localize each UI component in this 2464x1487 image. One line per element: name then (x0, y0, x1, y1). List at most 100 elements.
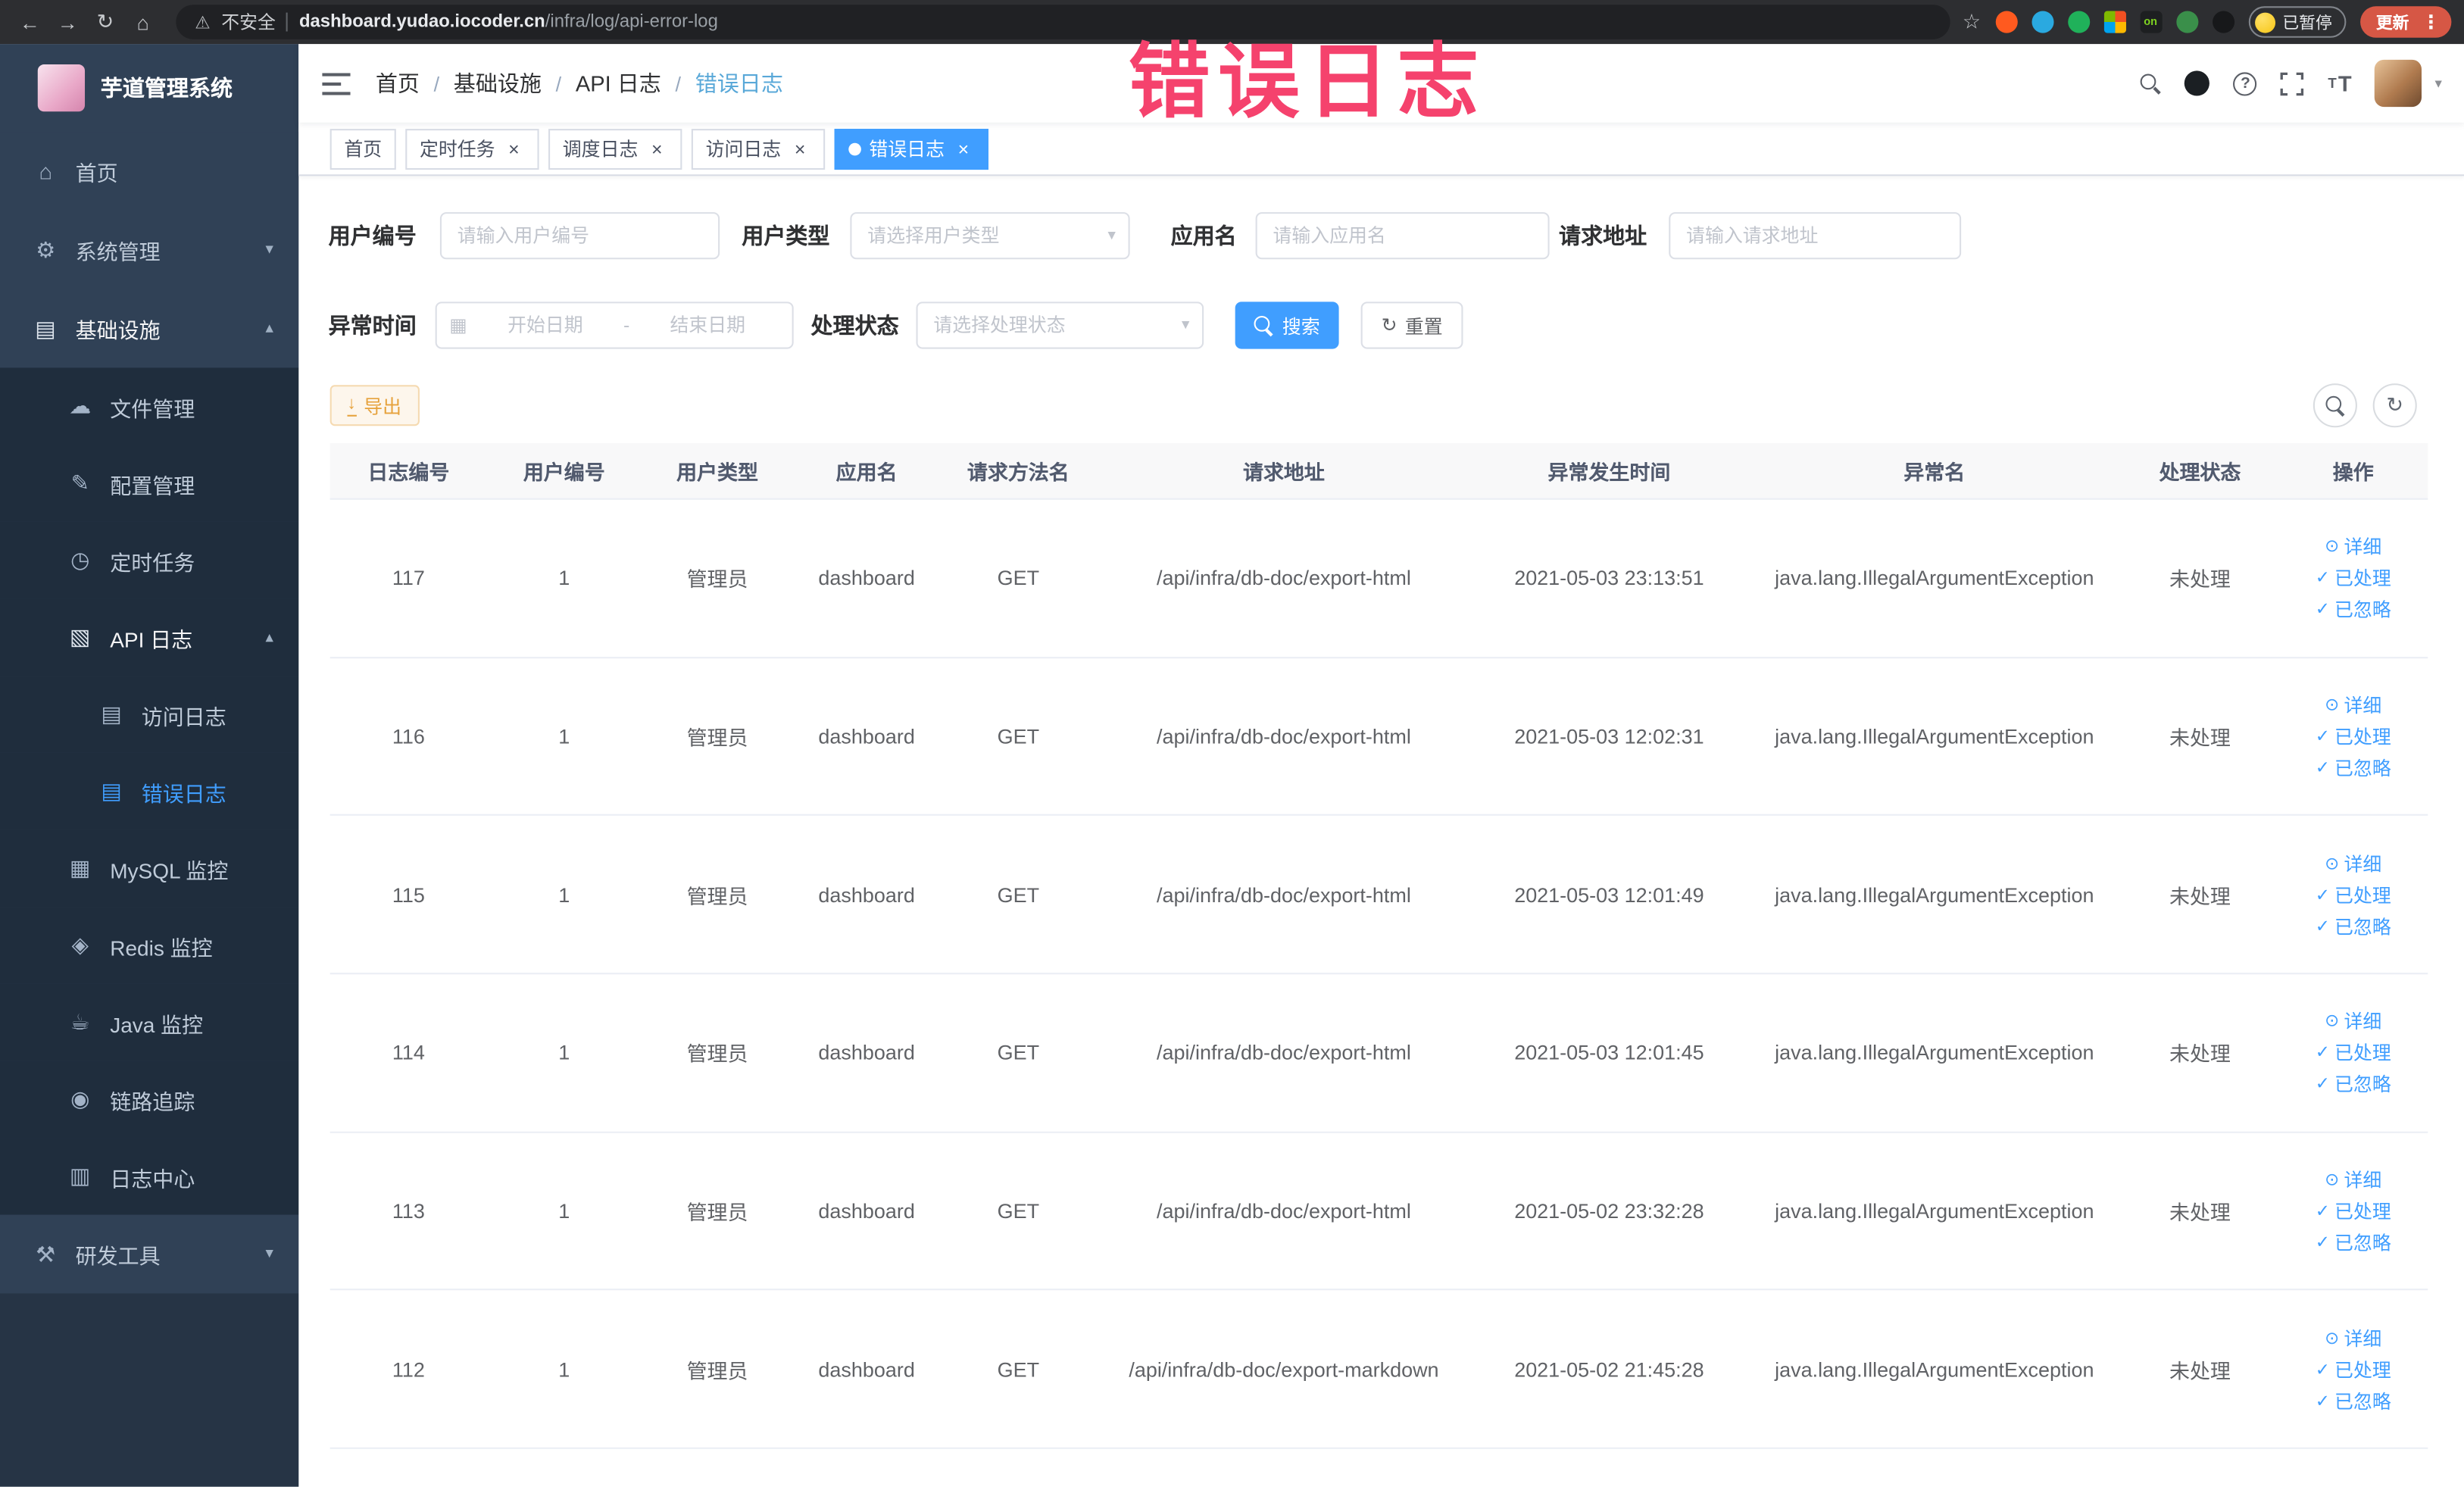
sidebar-item-10[interactable]: ▦ MySQL 监控 (0, 829, 299, 908)
tab-1[interactable]: 首页 (329, 128, 396, 170)
request-url-field: 请求地址 (1559, 212, 1962, 260)
detail-link[interactable]: ⊙ 详细 (2325, 1324, 2381, 1351)
header-search-button[interactable] (2141, 73, 2161, 93)
processed-link[interactable]: ✓ 已处理 (2316, 1039, 2391, 1066)
sidebar-toggle-button[interactable] (322, 71, 351, 95)
sidebar-item-6[interactable]: ◷ 定时任务 (0, 521, 299, 599)
table-cell: 112 (392, 1357, 425, 1382)
fullscreen-button[interactable] (2281, 71, 2304, 95)
kebab-menu-icon[interactable]: ⋮ (2417, 11, 2445, 33)
process-status-select[interactable]: ▾ (916, 301, 1204, 349)
breadcrumb-item[interactable]: API 日志 (576, 67, 661, 98)
github-icon[interactable] (2184, 70, 2210, 96)
ignored-link[interactable]: ✓ 已忽略 (2316, 1387, 2391, 1414)
start-date-input[interactable] (473, 314, 617, 336)
processed-link[interactable]: ✓ 已处理 (2316, 1198, 2391, 1224)
ignored-link[interactable]: ✓ 已忽略 (2316, 1071, 2391, 1098)
processed-link[interactable]: ✓ 已处理 (2316, 723, 2391, 749)
ignored-link[interactable]: ✓ 已忽略 (2316, 1229, 2391, 1256)
sidebar-item-5[interactable]: ✎ 配置管理 (0, 445, 299, 522)
paused-badge[interactable]: 已暂停 (2247, 6, 2347, 38)
emoji-face-icon (2254, 11, 2275, 33)
sidebar-item-label: 访问日志 (141, 704, 226, 729)
back-icon[interactable]: ← (13, 5, 48, 39)
app-name-input[interactable] (1255, 212, 1550, 260)
table-row: 117 1 管理员 dashboard GET/api/infra/db-doc/exp… (329, 500, 2428, 658)
action-label: 已忽略 (2334, 1232, 2391, 1254)
breadcrumb-item[interactable]: 首页 (376, 67, 420, 98)
sidebar-item-3[interactable]: ▤ 基础设施 ▴ (0, 289, 299, 368)
sidebar-item-1[interactable]: ⌂ 首页 (0, 132, 299, 211)
export-button[interactable]: ↓ 导出 (329, 385, 419, 426)
detail-link[interactable]: ⊙ 详细 (2325, 533, 2381, 560)
sidebar-item-14[interactable]: ▥ 日志中心 (0, 1138, 299, 1215)
chevron-down-icon[interactable]: ▾ (2435, 75, 2442, 92)
sidebar-item-7[interactable]: ▧ API 日志 ▴ (0, 598, 299, 676)
update-button[interactable]: 更新 ⋮ (2360, 6, 2452, 38)
detail-link[interactable]: ⊙ 详细 (2325, 1167, 2381, 1193)
close-icon[interactable]: × (646, 138, 668, 160)
tab-2[interactable]: 定时任务 × (405, 128, 539, 170)
reset-button[interactable]: ↻ 重置 (1360, 301, 1463, 349)
user-id-input[interactable] (439, 212, 720, 260)
search-icon (2141, 73, 2161, 93)
extension-icon-3[interactable] (2067, 11, 2090, 33)
extension-paw-icon[interactable] (2212, 11, 2234, 33)
sidebar-item-15[interactable]: ⚒ 研发工具 ▾ (0, 1214, 299, 1294)
date-range-picker[interactable]: ▦ - (435, 301, 794, 349)
font-size-icon[interactable]: TT (2328, 70, 2351, 95)
forward-icon[interactable]: → (50, 5, 85, 39)
close-icon[interactable]: × (789, 138, 811, 160)
close-icon[interactable]: × (503, 138, 525, 160)
tab-3[interactable]: 调度日志 × (548, 128, 682, 170)
check-icon: ✓ (2315, 569, 2330, 589)
process-status-select-input[interactable] (916, 301, 1204, 349)
detail-link[interactable]: ⊙ 详细 (2325, 692, 2381, 718)
detail-link[interactable]: ⊙ 详细 (2325, 850, 2381, 876)
user-type-select-input[interactable] (850, 212, 1130, 260)
ignored-link[interactable]: ✓ 已忽略 (2316, 596, 2391, 623)
sidebar-item-8[interactable]: ▤ 访问日志 (0, 676, 299, 753)
sidebar-item-11[interactable]: ◈ Redis 监控 (0, 907, 299, 984)
sidebar-item-2[interactable]: ⚙ 系统管理 ▾ (0, 210, 299, 289)
extension-grid-icon[interactable] (2103, 11, 2125, 33)
home-icon[interactable]: ⌂ (126, 5, 161, 39)
tab-4[interactable]: 访问日志 × (691, 128, 826, 170)
user-avatar[interactable] (2375, 59, 2422, 108)
sidebar-item-4[interactable]: ☁ 文件管理 (0, 367, 299, 445)
detail-link[interactable]: ⊙ 详细 (2325, 1008, 2381, 1035)
table-cell: 管理员 (686, 1042, 748, 1067)
processed-link[interactable]: ✓ 已处理 (2316, 565, 2391, 592)
processed-link[interactable]: ✓ 已处理 (2316, 881, 2391, 908)
address-bar[interactable]: ⚠ 不安全 dashboard.yudao.iocoder.cn/infra/l… (176, 5, 1950, 39)
close-icon[interactable]: × (952, 138, 974, 160)
extension-icon-6[interactable] (2175, 11, 2198, 33)
extension-icon-1[interactable] (1994, 11, 2017, 33)
extension-icon-2[interactable] (2031, 11, 2053, 33)
sidebar-item-13[interactable]: ◉ 链路追踪 (0, 1061, 299, 1139)
sidebar-item-12[interactable]: ☕ Java 监控 (0, 983, 299, 1061)
table-cell: 114 (392, 1041, 425, 1065)
mysql-icon: ▦ (70, 854, 91, 880)
process-status-field: 处理状态 ▾ (811, 301, 1204, 349)
end-date-input[interactable] (636, 314, 780, 336)
reload-icon[interactable]: ↻ (88, 5, 123, 39)
sidebar-item-label: 首页 (75, 161, 118, 186)
search-toggle-button[interactable] (2313, 383, 2357, 428)
logo[interactable]: 芋道管理系统 (0, 44, 298, 132)
eye-icon: ⊙ (2325, 696, 2340, 716)
tab-5[interactable]: 错误日志 × (834, 128, 989, 170)
processed-link[interactable]: ✓ 已处理 (2316, 1356, 2391, 1382)
breadcrumb-item[interactable]: 错误日志 (695, 67, 783, 98)
refresh-button[interactable]: ↻ (2372, 383, 2417, 428)
user-type-select[interactable]: ▾ (850, 212, 1130, 260)
ignored-link[interactable]: ✓ 已忽略 (2316, 913, 2391, 939)
help-icon[interactable]: ? (2233, 71, 2257, 95)
bookmark-star-icon[interactable]: ☆ (1963, 9, 1981, 34)
extension-on-icon[interactable]: on (2139, 11, 2162, 33)
breadcrumb-item[interactable]: 基础设施 (454, 67, 542, 98)
request-url-input[interactable] (1669, 212, 1962, 260)
ignored-link[interactable]: ✓ 已忽略 (2316, 754, 2391, 781)
search-button[interactable]: 搜索 (1235, 301, 1339, 349)
sidebar-item-9[interactable]: ▤ 错误日志 (0, 752, 299, 830)
